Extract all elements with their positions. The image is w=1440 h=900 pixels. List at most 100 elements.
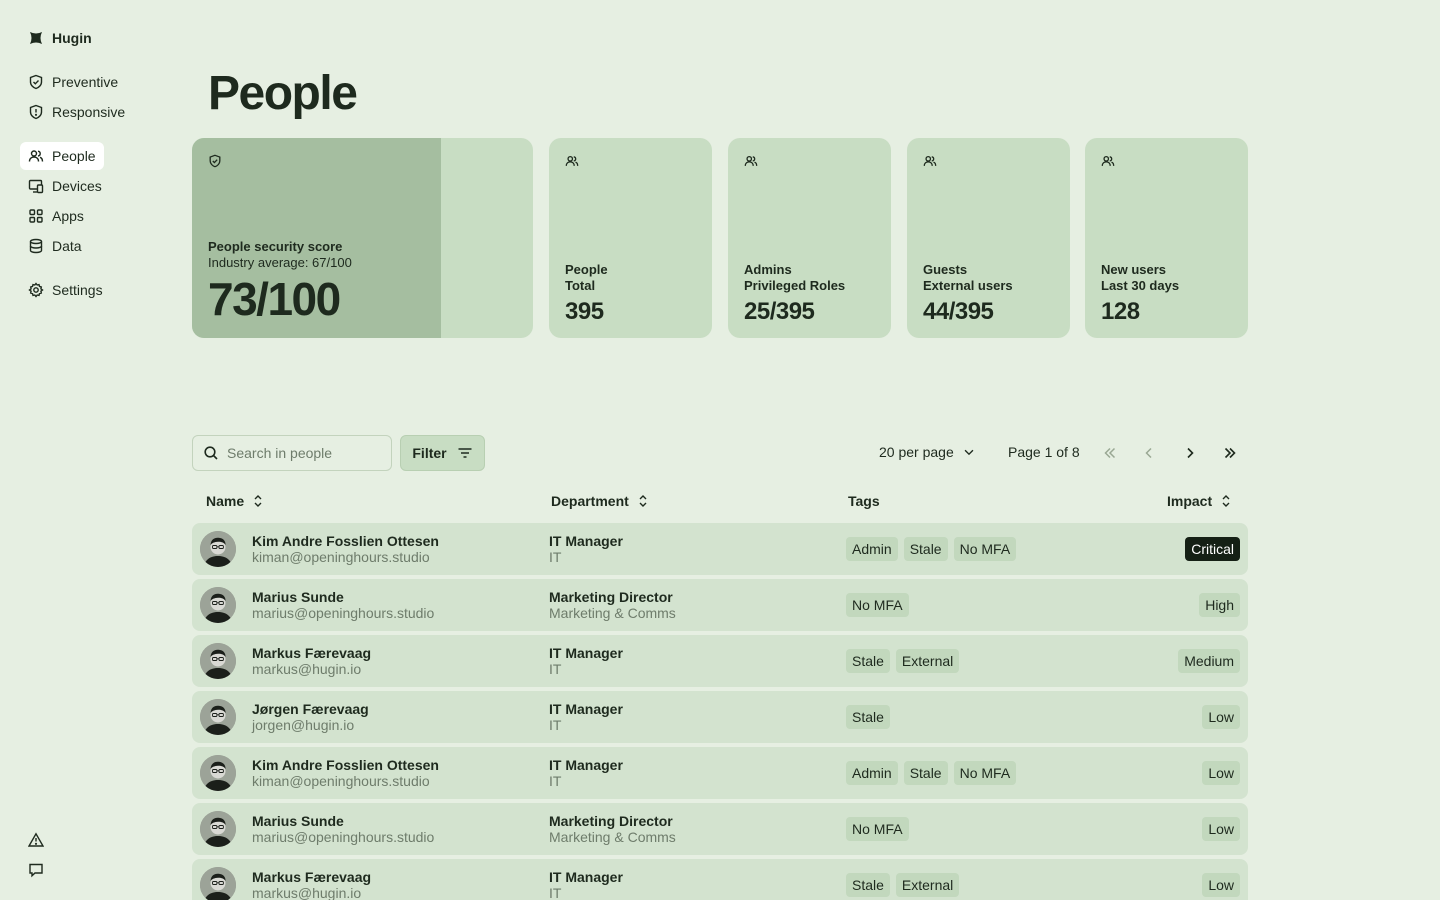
impact-badge: Critical <box>1185 537 1240 561</box>
department-name: IT <box>549 773 562 789</box>
person-email: marius@openinghours.studio <box>252 605 435 621</box>
avatar-icon <box>200 643 236 679</box>
column-header-name[interactable]: Name <box>206 493 264 509</box>
table-row[interactable]: Marius Sunde marius@openinghours.studio … <box>192 803 1248 855</box>
filter-label: Filter <box>412 445 447 461</box>
filter-icon <box>458 448 472 458</box>
sidebar-item-people[interactable]: People <box>20 142 104 170</box>
impact-badge: Low <box>1202 873 1240 897</box>
column-header-department[interactable]: Department <box>551 493 649 509</box>
tag-badge: No MFA <box>953 537 1017 561</box>
admins-card[interactable]: Admins Privileged Roles 25/395 <box>728 138 891 338</box>
filter-button[interactable]: Filter <box>400 435 485 471</box>
users-icon <box>1101 155 1115 166</box>
warning-icon[interactable] <box>28 832 44 848</box>
table-row[interactable]: Kim Andre Fosslien Ottesen kiman@opening… <box>192 747 1248 799</box>
person-email: jorgen@hugin.io <box>252 717 355 733</box>
card-label: Admins <box>744 262 792 277</box>
person-cell: Jørgen Færevaag jorgen@hugin.io <box>252 701 369 733</box>
tag-badge: No MFA <box>846 817 909 841</box>
database-icon <box>29 238 43 254</box>
previous-page-icon[interactable] <box>1141 445 1157 461</box>
security-score-card[interactable]: People security score Industry average: … <box>192 138 533 338</box>
column-header-impact[interactable]: Impact <box>1167 493 1232 509</box>
sidebar-item-responsive[interactable]: Responsive <box>20 98 133 126</box>
person-email: marius@openinghours.studio <box>252 829 435 845</box>
card-value: 395 <box>565 298 604 325</box>
brand[interactable]: Hugin <box>28 30 92 46</box>
last-page-icon[interactable] <box>1222 445 1238 461</box>
chat-icon[interactable] <box>28 862 44 878</box>
card-sublabel: Industry average: 67/100 <box>208 255 352 270</box>
table-row[interactable]: Markus Færevaag markus@hugin.io IT Manag… <box>192 635 1248 687</box>
guests-card[interactable]: Guests External users 44/395 <box>907 138 1070 338</box>
table-row[interactable]: Marius Sunde marius@openinghours.studio … <box>192 579 1248 631</box>
person-name: Markus Færevaag <box>252 645 372 661</box>
column-header-label: Department <box>551 493 629 509</box>
card-label: New users <box>1101 262 1167 277</box>
avatar <box>200 531 236 567</box>
avatar <box>200 867 236 900</box>
tag-badge: Admin <box>846 537 898 561</box>
person-email: kiman@openinghours.studio <box>252 773 430 789</box>
card-sublabel: Total <box>565 278 596 293</box>
sidebar-item-data[interactable]: Data <box>20 232 90 260</box>
table-header: Name Department Tags Impact <box>192 493 1248 511</box>
card-label: People security score <box>208 239 343 254</box>
search-box <box>192 435 392 471</box>
sidebar-item-settings[interactable]: Settings <box>20 276 111 304</box>
search-input[interactable] <box>227 445 377 461</box>
card-sublabel: Last 30 days <box>1101 278 1180 293</box>
sidebar-item-label: People <box>52 148 96 164</box>
column-header-label: Impact <box>1167 493 1213 509</box>
person-name: Marius Sunde <box>252 813 344 829</box>
people-total-card[interactable]: People Total 395 <box>549 138 712 338</box>
sidebar-item-label: Data <box>52 238 82 254</box>
department-name: IT <box>549 661 562 677</box>
card-label: Guests <box>923 262 968 277</box>
security-score-value: 73/100 <box>208 273 341 325</box>
sidebar-item-label: Apps <box>52 208 84 224</box>
next-page-icon[interactable] <box>1182 445 1198 461</box>
tags-cell: Stale External <box>846 873 960 897</box>
tag-badge: Stale <box>846 705 890 729</box>
person-email: kiman@openinghours.studio <box>252 549 430 565</box>
gear-icon <box>28 282 44 298</box>
department-cell: IT Manager IT <box>549 701 623 733</box>
shield-alert-icon <box>29 104 43 120</box>
sidebar-item-preventive[interactable]: Preventive <box>20 68 126 96</box>
sort-icon <box>254 495 262 507</box>
avatar-icon <box>200 755 236 791</box>
person-cell: Markus Færevaag markus@hugin.io <box>252 645 371 677</box>
new-users-card[interactable]: New users Last 30 days 128 <box>1085 138 1248 338</box>
column-header-label: Name <box>206 493 245 509</box>
avatar-icon <box>200 699 236 735</box>
impact-badge: Low <box>1202 817 1240 841</box>
impact-badge: Low <box>1202 705 1240 729</box>
department-name: IT <box>549 885 562 900</box>
tags-cell: Stale External <box>846 649 960 673</box>
table-toolbar: Filter 20 per page Page 1 of 8 <box>192 435 1248 471</box>
department-cell: Marketing Director Marketing & Comms <box>549 813 676 845</box>
card-value: 25/395 <box>744 298 815 325</box>
table-row[interactable]: Markus Færevaag markus@hugin.io IT Manag… <box>192 859 1248 900</box>
avatar-icon <box>200 587 236 623</box>
sidebar-item-apps[interactable]: Apps <box>20 202 92 230</box>
table-row[interactable]: Jørgen Færevaag jorgen@hugin.io IT Manag… <box>192 691 1248 743</box>
first-page-icon[interactable] <box>1102 445 1118 461</box>
person-cell: Markus Færevaag markus@hugin.io <box>252 869 371 900</box>
job-title: IT Manager <box>549 533 623 549</box>
table-row[interactable]: Kim Andre Fosslien Ottesen kiman@opening… <box>192 523 1248 575</box>
sort-icon <box>639 495 647 507</box>
per-page-select[interactable]: 20 per page <box>879 444 976 460</box>
sidebar-item-devices[interactable]: Devices <box>20 172 110 200</box>
tags-cell: Admin Stale No MFA <box>846 761 1017 785</box>
sort-icon <box>1222 495 1230 507</box>
tag-badge: Admin <box>846 761 898 785</box>
job-title: IT Manager <box>549 757 623 773</box>
job-title: IT Manager <box>549 645 623 661</box>
avatar <box>200 699 236 735</box>
department-cell: Marketing Director Marketing & Comms <box>549 589 676 621</box>
job-title: IT Manager <box>549 869 623 885</box>
department-name: Marketing & Comms <box>549 605 676 621</box>
